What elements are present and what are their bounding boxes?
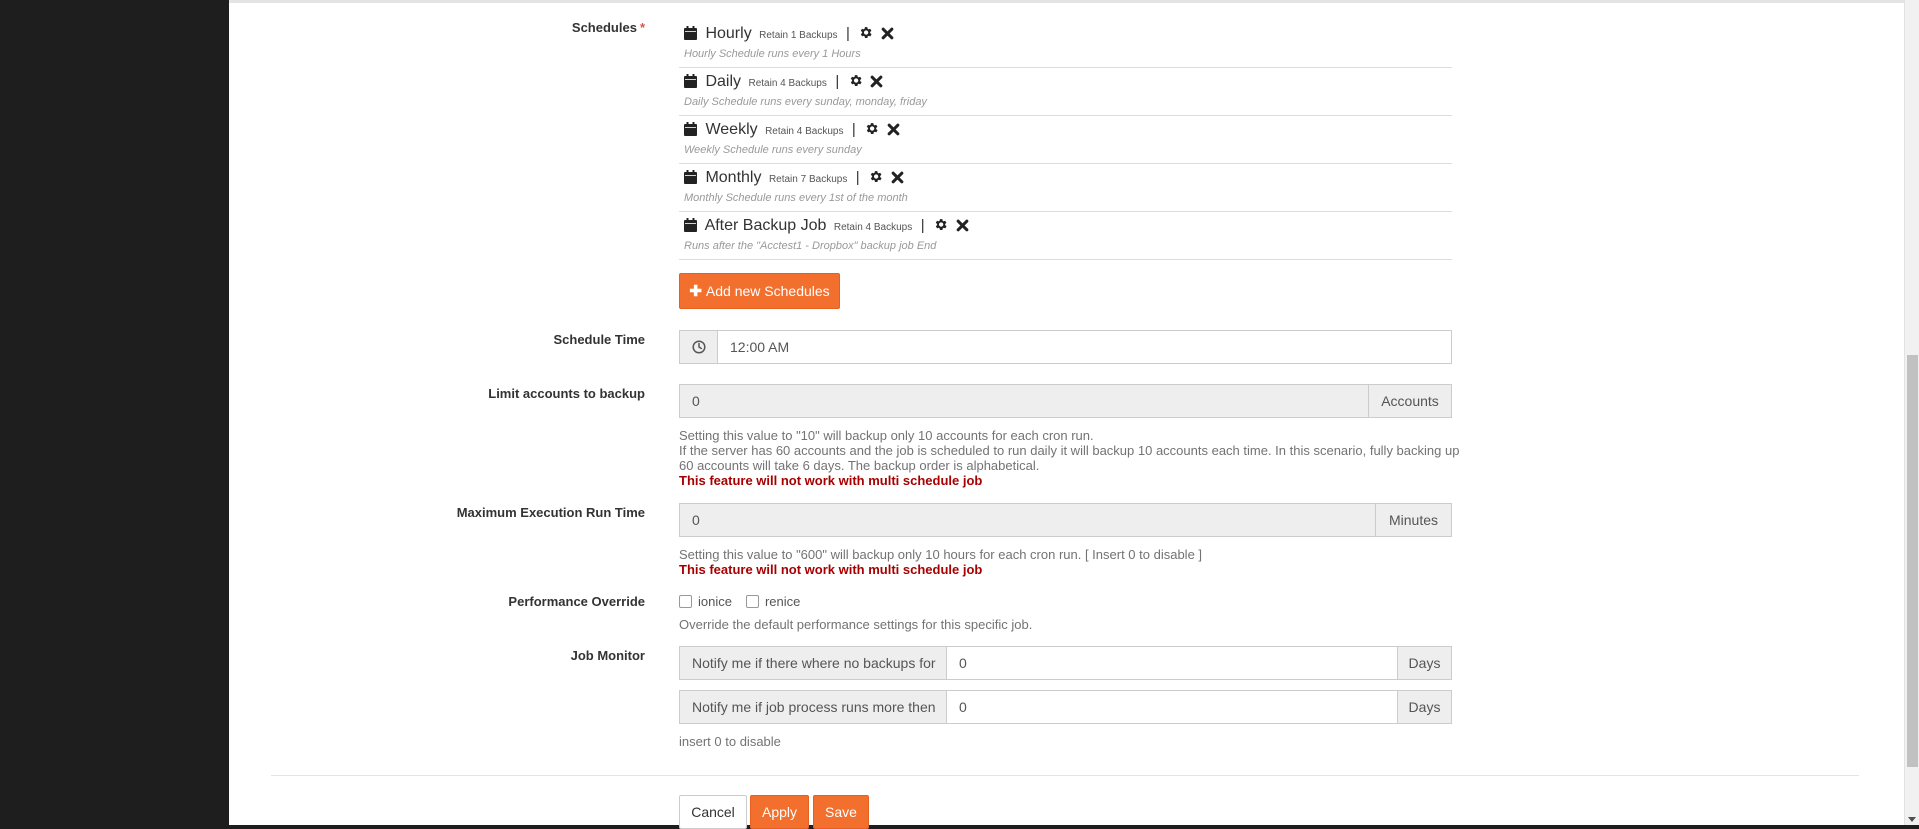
max-exec-input[interactable] (679, 503, 1376, 537)
separator: | (845, 25, 850, 42)
schedule-name: Weekly (705, 121, 758, 138)
days-unit: Days (1397, 690, 1452, 724)
renice-option[interactable]: renice (745, 594, 800, 609)
monitor-no-backups-label: Notify me if there where no backups for (679, 646, 947, 680)
separator: | (835, 73, 840, 90)
schedule-description: Hourly Schedule runs every 1 Hours (684, 48, 861, 60)
close-icon[interactable] (956, 218, 969, 238)
schedule-retain: Retain 7 Backups (768, 174, 848, 185)
limit-accounts-input[interactable] (679, 384, 1369, 418)
schedule-description: Daily Schedule runs every sunday, monday… (684, 96, 927, 108)
cancel-button[interactable]: Cancel (679, 795, 747, 829)
apply-button[interactable]: Apply (750, 795, 809, 829)
required-mark: * (639, 20, 645, 35)
separator: | (920, 217, 925, 234)
close-icon[interactable] (887, 122, 900, 142)
limit-accounts-group: Accounts (679, 384, 1452, 418)
max-exec-label: Maximum Execution Run Time (456, 505, 645, 520)
schedule-retain: Retain 4 Backups (833, 222, 913, 233)
schedule-time-input[interactable] (718, 330, 1452, 364)
schedule-description: Monthly Schedule runs every 1st of the m… (684, 192, 908, 204)
max-exec-group: Minutes (679, 503, 1452, 537)
scrollbar-thumb[interactable] (1907, 355, 1918, 767)
renice-checkbox[interactable] (745, 595, 759, 608)
calendar-icon (684, 218, 697, 238)
schedule-retain: Retain 4 Backups (765, 126, 844, 137)
schedule-name: Daily (705, 73, 742, 90)
max-exec-warning: This feature will not work with multi sc… (679, 562, 983, 577)
minutes-unit: Minutes (1376, 503, 1452, 537)
ionice-option[interactable]: ionice (679, 594, 732, 609)
separator: | (855, 169, 860, 186)
gear-icon[interactable] (864, 121, 879, 142)
main-content: Schedules * Hourly Retain 1 Backups | Hou… (229, 0, 1904, 829)
schedule-item-daily: Daily Retain 4 Backups | Daily Schedule … (679, 68, 1452, 116)
monitor-no-backups-input[interactable] (947, 646, 1397, 680)
schedules-label: Schedules * (571, 20, 645, 35)
schedule-item-hourly: Hourly Retain 1 Backups | Hourly Schedul… (679, 20, 1452, 68)
schedule-name: Hourly (705, 25, 752, 42)
schedule-time-label: Schedule Time (553, 332, 645, 347)
days-unit: Days (1397, 646, 1452, 680)
monitor-no-backups-group: Notify me if there where no backups for … (679, 646, 1452, 680)
ionice-checkbox[interactable] (679, 595, 692, 608)
schedule-item-monthly: Monthly Retain 7 Backups | Monthly Sched… (679, 164, 1452, 212)
save-button[interactable]: Save (813, 795, 869, 829)
scroll-down-arrow-icon[interactable] (1908, 817, 1916, 822)
schedule-name: Monthly (705, 169, 762, 186)
scrollbar[interactable] (1904, 0, 1919, 825)
perf-options: ionice renice (679, 594, 814, 609)
calendar-icon (684, 26, 697, 46)
close-icon[interactable] (870, 74, 883, 94)
schedules-list: Hourly Retain 1 Backups | Hourly Schedul… (679, 20, 1452, 260)
close-icon[interactable] (881, 26, 894, 46)
limit-accounts-label: Limit accounts to backup (488, 386, 645, 401)
perf-help: Override the default performance setting… (679, 617, 1033, 632)
schedule-retain: Retain 1 Backups (759, 30, 838, 41)
sidebar (0, 0, 229, 825)
gear-icon[interactable] (868, 169, 883, 190)
plus-icon: ✚ (689, 283, 702, 300)
separator: | (851, 121, 856, 138)
accounts-unit: Accounts (1369, 384, 1452, 418)
schedule-description: Weekly Schedule runs every sunday (684, 144, 862, 156)
calendar-icon (684, 74, 697, 94)
perf-label: Performance Override (508, 594, 645, 609)
monitor-runs-more-input[interactable] (947, 690, 1397, 724)
add-schedule-button[interactable]: ✚ Add new Schedules (679, 273, 840, 309)
gear-icon[interactable] (848, 73, 863, 94)
clock-icon (679, 330, 718, 364)
gear-icon[interactable] (858, 25, 873, 46)
schedule-retain: Retain 4 Backups (748, 78, 827, 89)
monitor-help: insert 0 to disable (679, 734, 781, 749)
calendar-icon (684, 170, 697, 190)
monitor-runs-more-group: Notify me if job process runs more then … (679, 690, 1452, 724)
max-exec-help: Setting this value to "600" will backup … (679, 547, 1203, 562)
limit-help-text: Setting this value to "10" will backup o… (679, 428, 1460, 473)
schedule-name: After Backup Job (704, 217, 827, 234)
schedule-time-group (679, 330, 1452, 364)
gear-icon[interactable] (933, 217, 948, 238)
form-divider (271, 775, 1859, 776)
limit-warning: This feature will not work with multi sc… (679, 473, 983, 488)
schedule-item-weekly: Weekly Retain 4 Backups | Weekly Schedul… (679, 116, 1452, 164)
schedule-item-after-backup-job: After Backup Job Retain 4 Backups | Runs… (679, 212, 1452, 260)
calendar-icon (684, 122, 697, 142)
monitor-runs-more-label: Notify me if job process runs more then (679, 690, 947, 724)
close-icon[interactable] (891, 170, 904, 190)
job-monitor-label: Job Monitor (570, 648, 645, 663)
schedule-description: Runs after the "Acctest1 - Dropbox" back… (684, 240, 937, 252)
